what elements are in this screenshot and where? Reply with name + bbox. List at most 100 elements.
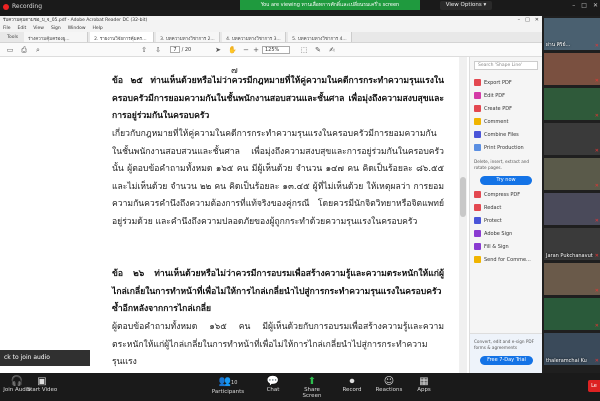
participant-tile[interactable]: Jaran Pukchanavut ✕	[544, 228, 600, 260]
tool-combine-files[interactable]: Combine Files	[470, 128, 542, 141]
chat-button[interactable]: 💬 Chat	[262, 376, 284, 393]
maximize-icon[interactable]: □	[581, 2, 587, 9]
pointer-icon[interactable]: ➤	[214, 46, 222, 54]
tool-label: Adobe Sign	[484, 230, 513, 237]
save-icon[interactable]: ▭	[6, 46, 14, 54]
scrollbar-thumb[interactable]	[460, 177, 466, 217]
record-icon: ⏺	[349, 376, 355, 387]
tool-edit-pdf[interactable]: Edit PDF	[470, 89, 542, 102]
page-number-field[interactable]: 7 / 20	[170, 46, 191, 53]
tab-document-3[interactable]: 3. บทความทางวิชาการ 2...	[156, 32, 221, 42]
share-screen-button[interactable]: ⬆ Share Screen	[295, 376, 329, 399]
tool-fill-sign[interactable]: Fill & Sign	[470, 240, 542, 253]
tool-compress-pdf[interactable]: Compress PDF	[470, 188, 542, 201]
hand-icon[interactable]: ✋	[228, 46, 237, 54]
tool-label: Compress PDF	[484, 191, 521, 198]
tool-create-pdf[interactable]: Create PDF	[470, 102, 542, 115]
reactions-button[interactable]: ☺ Reactions	[374, 376, 404, 393]
tool-comment[interactable]: Comment	[470, 115, 542, 128]
record-button[interactable]: ⏺ Record	[341, 376, 363, 393]
participant-name: thaleramchai Ku	[546, 358, 587, 364]
participants-button[interactable]: 👥10 Participants	[210, 376, 246, 395]
acrobat-menu-bar: File Edit View Sign Window Help	[0, 25, 542, 32]
zoom-in-icon[interactable]: +	[252, 46, 260, 54]
tab-tools[interactable]: Tools	[3, 32, 22, 42]
protect-icon	[474, 217, 481, 224]
tool-protect[interactable]: Protect	[470, 214, 542, 227]
reactions-label: Reactions	[375, 387, 403, 393]
try-now-button[interactable]: Try now	[480, 176, 532, 185]
tab-document-2[interactable]: 2. รายงานวิจัยการคุ้มครอง...	[90, 32, 155, 42]
tab-document-1[interactable]: ร่างความคุ้มครองผู...	[24, 32, 89, 42]
participant-name: ผ่าน ศิริย์...	[546, 42, 571, 48]
question-25: ข้อ ๒๕ ท่านเห็นด้วยหรือไม่ว่าควรมีกฎหมาย…	[112, 76, 444, 121]
participant-tile[interactable]: thaleramchai Ku ✕	[544, 333, 600, 365]
tool-print-production[interactable]: Print Production	[470, 141, 542, 154]
acrobat-toolbar: ▭ ⎙ ⌕ ⇧ ⇩ 7 / 20 ➤ ✋ − + 125% ⬚ ✎ ✍	[0, 43, 542, 57]
participant-tile[interactable]: ✕	[544, 263, 600, 295]
menu-help[interactable]: Help	[93, 25, 103, 32]
redact-icon	[474, 204, 481, 211]
prev-page-icon[interactable]: ⇧	[140, 46, 148, 54]
acrobat-window-controls: – □ ✕	[518, 16, 539, 25]
tool-export-pdf[interactable]: Export PDF	[470, 76, 542, 89]
print-icon[interactable]: ⎙	[20, 46, 28, 54]
recording-label: Recording	[12, 3, 43, 10]
close-icon[interactable]: ✕	[535, 16, 539, 25]
minimize-icon[interactable]: –	[518, 16, 521, 25]
start-video-button[interactable]: ▣ Start Video	[26, 376, 58, 393]
zoom-out-icon[interactable]: −	[242, 46, 250, 54]
tab-document-5[interactable]: 5. บทความทางวิชาการ 4...	[288, 32, 353, 42]
minimize-icon[interactable]: –	[572, 2, 575, 9]
record-dot-icon	[3, 3, 9, 10]
document-scrollbar[interactable]	[459, 57, 467, 373]
comment-icon[interactable]: ✎	[314, 46, 322, 54]
tool-send-for-comments[interactable]: Send for Comme...	[470, 253, 542, 266]
send-comments-icon	[474, 256, 481, 263]
acrobat-body: ๗ ข้อ ๒๕ ท่านเห็นด้วยหรือไม่ว่าควรมีกฎหม…	[0, 57, 542, 373]
tab-document-4[interactable]: 4. บทความทางวิชาการ 3...	[222, 32, 287, 42]
view-options-button[interactable]: View Options ▾	[440, 1, 492, 10]
print-production-icon	[474, 144, 481, 151]
search-icon[interactable]: ⌕	[34, 46, 42, 54]
fit-page-icon[interactable]: ⬚	[300, 46, 308, 54]
tool-label: Send for Comme...	[484, 256, 531, 263]
tools-search-input[interactable]: Search 'Shape Line'	[474, 61, 538, 70]
participant-tile[interactable]: ผ่าน ศิริย์... ✕	[544, 18, 600, 50]
join-audio-tooltip[interactable]: ck to join audio	[0, 350, 90, 366]
participant-tile[interactable]: ✕	[544, 193, 600, 225]
start-video-label: Start Video	[26, 387, 58, 393]
acrobat-tab-bar: Tools ร่างความคุ้มครองผู... 2. รายงานวิจ…	[0, 32, 542, 43]
maximize-icon[interactable]: □	[525, 16, 530, 25]
page-current[interactable]: 7	[170, 46, 180, 53]
tool-label: Combine Files	[484, 131, 519, 138]
viewing-screen-banner: You are viewing ทานเลื่อทการศักดิ์และเปล…	[240, 0, 420, 10]
tool-adobe-sign[interactable]: Adobe Sign	[470, 227, 542, 240]
zoom-meeting-window: Recording You are viewing ทานเลื่อทการศั…	[0, 0, 600, 401]
menu-view[interactable]: View	[33, 25, 44, 32]
window-controls: – □ ✕	[572, 2, 598, 9]
tool-label: Redact	[484, 204, 502, 211]
sign-icon[interactable]: ✍	[328, 46, 336, 54]
tool-label: Comment	[484, 118, 509, 125]
menu-window[interactable]: Window	[68, 25, 86, 32]
mic-muted-icon: ✕	[594, 43, 599, 49]
participant-tile[interactable]: ✕	[544, 88, 600, 120]
edit-pdf-icon	[474, 92, 481, 99]
free-trial-button[interactable]: Free 7-Day Trial	[480, 356, 533, 365]
tool-label: Export PDF	[484, 79, 512, 86]
close-icon[interactable]: ✕	[593, 2, 598, 9]
menu-sign[interactable]: Sign	[51, 25, 61, 32]
participant-tile[interactable]: ✕	[544, 298, 600, 330]
menu-edit[interactable]: Edit	[18, 25, 27, 32]
tool-redact[interactable]: Redact	[470, 201, 542, 214]
zoom-level-field[interactable]: 125%	[262, 46, 290, 54]
apps-button[interactable]: ▦ Apps	[414, 376, 434, 393]
leave-button[interactable]: Le	[588, 380, 600, 392]
participant-tile[interactable]: ✕	[544, 123, 600, 155]
participant-tile[interactable]: ✕	[544, 53, 600, 85]
next-page-icon[interactable]: ⇩	[154, 46, 162, 54]
menu-file[interactable]: File	[3, 25, 11, 32]
page-total: / 20	[181, 47, 192, 53]
participant-tile[interactable]: ✕	[544, 158, 600, 190]
